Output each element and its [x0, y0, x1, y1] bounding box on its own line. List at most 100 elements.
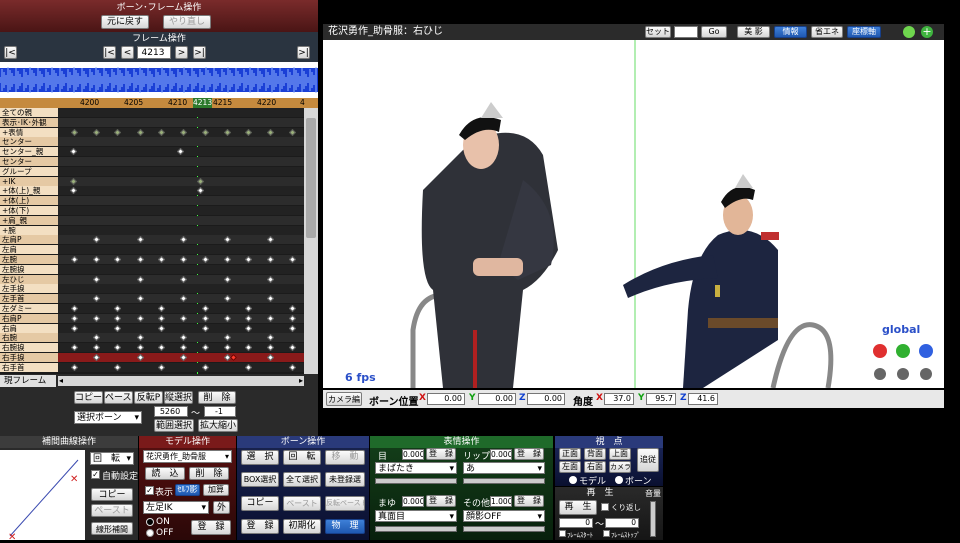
shadow-toggle[interactable]: 美 影 — [737, 26, 770, 38]
last-frame-button[interactable]: >| — [297, 46, 310, 59]
bone-row-label[interactable]: 右肩 — [0, 323, 58, 333]
bone-copy-button[interactable]: コピー — [241, 496, 279, 511]
physics-toggle[interactable]: 物 理 — [325, 519, 365, 534]
bone-row-label[interactable]: 全ての親 — [0, 108, 58, 117]
timeline-vertical-scrollbar[interactable] — [304, 108, 318, 374]
ik-on-radio[interactable] — [146, 518, 154, 526]
bone-track[interactable] — [58, 176, 304, 186]
bone-reverse-paste-button[interactable]: 反転ペースト — [325, 496, 365, 511]
model-register-button[interactable]: 登 録 — [191, 520, 231, 535]
lip-morph-dropdown[interactable]: あ — [463, 462, 545, 474]
view-top-button[interactable]: 上面 — [609, 448, 631, 460]
unregistered-select-button[interactable]: 未登録選 — [325, 472, 365, 487]
bone-row-label[interactable]: 右腕 — [0, 333, 58, 343]
bone-row-label[interactable]: センター — [0, 157, 58, 166]
view-front-button[interactable]: 正面 — [559, 448, 581, 460]
lip-morph-value[interactable]: 0.000 — [490, 449, 512, 460]
bone-row-label[interactable]: グループ — [0, 166, 58, 176]
interp-copy-button[interactable]: コピー — [91, 488, 133, 501]
zoom-icon[interactable] — [903, 26, 915, 38]
eye-register-button[interactable]: 登 録 — [426, 448, 456, 460]
bone-row-label[interactable]: +体(上)_親 — [0, 186, 58, 196]
bone-row-label[interactable]: +体(上) — [0, 196, 58, 206]
view-back-button[interactable]: 背面 — [584, 448, 606, 460]
self-shadow-toggle[interactable]: ｾﾙﾌ影 — [175, 484, 200, 496]
scrollbar-thumb[interactable] — [306, 118, 316, 238]
bone-row-label[interactable]: +肩_親 — [0, 215, 58, 225]
pos-y-input[interactable]: 0.00 — [478, 393, 516, 405]
interp-paste-button[interactable]: ペースト — [91, 504, 133, 517]
bone-select-button[interactable]: 選 択 — [241, 450, 279, 465]
interp-target-dropdown[interactable]: 回 転 — [90, 452, 134, 465]
bone-rotate-button[interactable]: 回 転 — [283, 450, 321, 465]
next-frame-button[interactable]: > — [175, 46, 188, 59]
bone-register-button[interactable]: 登 録 — [241, 519, 279, 534]
eye-morph-dropdown[interactable]: まばたき — [375, 462, 457, 474]
play-to-input[interactable]: 0 — [605, 518, 639, 528]
bone-move-button[interactable]: 移 動 — [325, 450, 365, 465]
axis-gizmo[interactable] — [873, 344, 933, 380]
lip-register-button[interactable]: 登 録 — [514, 448, 544, 460]
lip-morph-slider[interactable] — [463, 478, 545, 484]
first-frame-button[interactable]: |< — [4, 46, 17, 59]
view-right-button[interactable]: 右面 — [584, 461, 606, 473]
pos-x-input[interactable]: 0.00 — [427, 393, 465, 405]
bone-track[interactable] — [58, 362, 304, 372]
brow-morph-dropdown[interactable]: 真面目 — [375, 510, 457, 522]
selection-target-dropdown[interactable]: 選択ボーン — [74, 411, 142, 424]
next-key-button[interactable]: >| — [193, 46, 206, 59]
range-from-input[interactable]: 5260 — [154, 406, 188, 417]
bone-track[interactable] — [58, 117, 304, 127]
bone-row-label[interactable]: +表情 — [0, 127, 58, 137]
go-button[interactable]: Go — [701, 26, 727, 38]
bone-track[interactable] — [58, 225, 304, 235]
vertical-select-button[interactable]: 縦選択 — [164, 391, 193, 404]
bone-row-label[interactable]: 右腕捩 — [0, 343, 58, 353]
repeat-checkbox[interactable] — [601, 503, 609, 511]
bone-track[interactable] — [58, 264, 304, 274]
view-bone-radio[interactable] — [615, 476, 623, 484]
bone-track[interactable] — [58, 186, 304, 196]
play-from-input[interactable]: 0 — [559, 518, 593, 528]
bone-row-label[interactable]: 左肩P — [0, 235, 58, 245]
angle-z-input[interactable]: 41.6 — [688, 393, 718, 405]
ik-off-radio[interactable] — [146, 529, 154, 537]
expand-shrink-button[interactable]: 拡大縮小 — [198, 419, 238, 432]
move-view-icon[interactable]: + — [921, 26, 933, 38]
copy-frames-button[interactable]: コピー — [74, 391, 103, 404]
3d-viewport[interactable]: 6 fps global — [323, 40, 944, 388]
bone-row-label[interactable]: 左ダミー — [0, 304, 58, 313]
paste-frames-button[interactable]: ペースト — [104, 391, 133, 404]
bone-row-label[interactable]: 右手捩 — [0, 353, 58, 362]
frame-ruler[interactable]: 4200 4205 4210 4213 4215 4220 4 — [0, 98, 318, 108]
bone-row-label[interactable]: 左手首 — [0, 294, 58, 304]
camera-edit-button[interactable]: カメラ編 — [326, 392, 362, 406]
scroll-right-icon[interactable]: ▸ — [299, 376, 303, 386]
range-select-button[interactable]: 範囲選択 — [154, 419, 194, 432]
bone-row-label[interactable]: 左手捩 — [0, 284, 58, 294]
eye-morph-slider[interactable] — [375, 478, 457, 484]
scroll-left-icon[interactable]: ◂ — [59, 376, 63, 386]
bone-row-label[interactable]: センター — [0, 137, 58, 147]
interp-curve-graph[interactable]: ✕ ✕ — [0, 450, 85, 543]
linear-interp-button[interactable]: 線形補間 — [91, 522, 133, 535]
bone-track[interactable] — [58, 157, 304, 166]
bone-row-label[interactable]: 左腕捩 — [0, 264, 58, 274]
bone-track[interactable] — [58, 304, 304, 313]
frame-start-checkbox[interactable] — [559, 530, 566, 537]
bone-row-label[interactable]: 左ひじ — [0, 274, 58, 284]
play-button[interactable]: 再 生 — [559, 500, 597, 515]
eye-morph-value[interactable]: 0.000 — [402, 449, 424, 460]
box-select-button[interactable]: BOX選択 — [241, 472, 279, 487]
bone-track[interactable] — [58, 284, 304, 294]
frame-stop-checkbox[interactable] — [603, 530, 610, 537]
select-all-button[interactable]: 全て選択 — [283, 472, 321, 487]
other-morph-dropdown[interactable]: 顔影OFF — [463, 510, 545, 522]
undo-button[interactable]: 元に戻す — [101, 15, 149, 29]
range-to-input[interactable]: -1 — [204, 406, 236, 417]
bone-row-label[interactable]: +体(下) — [0, 206, 58, 215]
power-save-toggle[interactable]: 省エネ — [811, 26, 843, 38]
bone-row-label[interactable]: +IK — [0, 176, 58, 186]
bone-track[interactable] — [58, 323, 304, 333]
coordinate-mode-label[interactable]: global — [882, 323, 920, 336]
